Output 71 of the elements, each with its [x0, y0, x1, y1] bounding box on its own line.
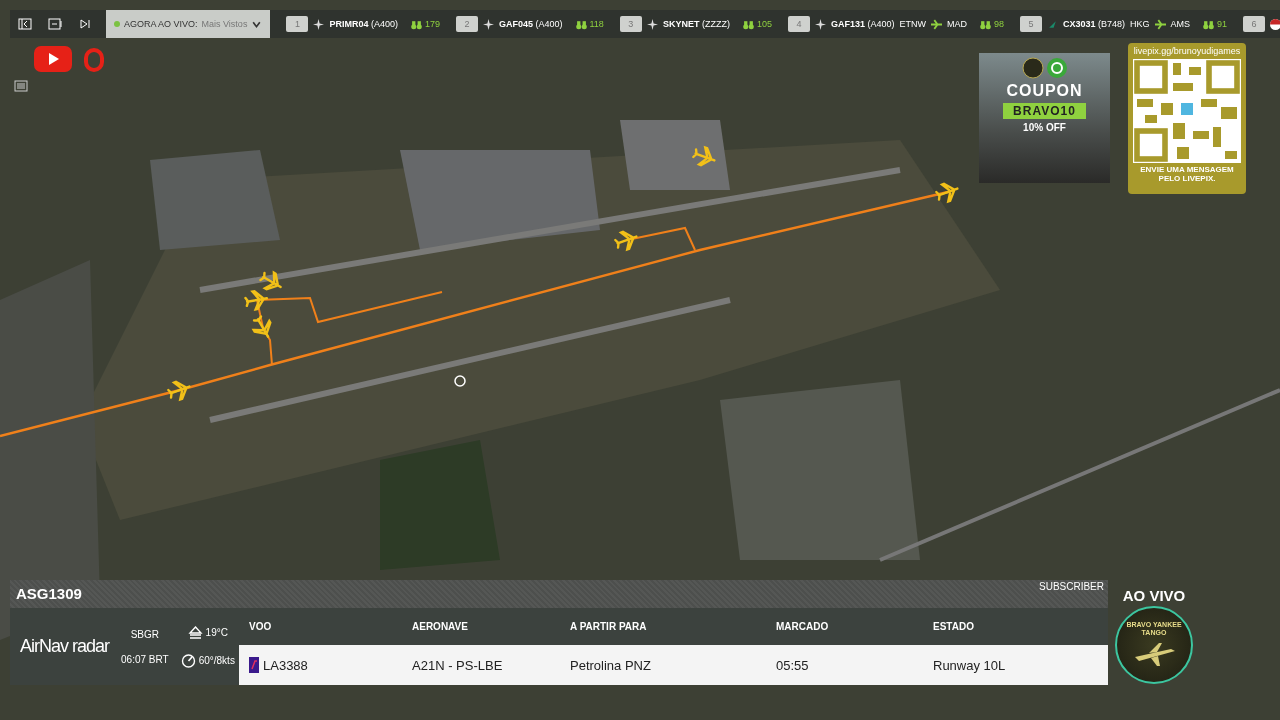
- flight-callsign[interactable]: CX3031 (B748): [1063, 19, 1126, 29]
- qr-code-icon: [1133, 59, 1241, 163]
- temperature: 19°C: [205, 627, 228, 638]
- column-header: ESTADO: [933, 621, 975, 632]
- origin-code: HKG: [1130, 19, 1150, 29]
- weather-icon: [187, 625, 203, 640]
- live-dropdown[interactable]: AGORA AO VIVO: Mais Vistos: [106, 10, 271, 38]
- flight-callsign[interactable]: GAF131 (A400): [830, 19, 895, 29]
- airplane-icon[interactable]: [167, 380, 191, 402]
- viewer-count: 91: [1217, 19, 1228, 29]
- table-cell: LA3388: [263, 657, 308, 673]
- location-pin-icon: [454, 375, 466, 387]
- coupon-title: COUPON: [1006, 82, 1083, 100]
- viewer-count: 105: [756, 19, 772, 29]
- wind-icon: [180, 653, 196, 668]
- flight-callsign[interactable]: PRIMR04 (A400): [329, 19, 398, 29]
- column-header: AERONAVE: [412, 621, 469, 632]
- destination-code: AMS: [1170, 19, 1191, 29]
- coupon-code: BRAVO10: [1003, 103, 1086, 119]
- airplane-icon: [930, 18, 942, 30]
- binoculars-icon: [979, 18, 991, 30]
- table-cell: A21N - PS-LBE: [412, 657, 503, 673]
- sidebar-toggle-icon[interactable]: [18, 17, 32, 31]
- flag-icon: [1270, 18, 1280, 30]
- flight-row[interactable]: LA3388 A21N - PS-LBE Petrolina PNZ 05:55 Runway 10L: [239, 645, 1108, 685]
- rank-label: 3: [619, 16, 642, 32]
- viewer-count: 118: [589, 19, 604, 29]
- table-cell: Petrolina PNZ: [570, 657, 651, 673]
- binoculars-icon: [1203, 18, 1215, 30]
- airplane-icon[interactable]: [259, 270, 282, 291]
- airplane-icon[interactable]: [244, 290, 269, 311]
- origin-code: ETNW: [899, 19, 926, 29]
- column-header: A PARTIR PARA: [570, 621, 648, 632]
- rank-label: 4: [787, 16, 810, 32]
- rank-label: 6: [1243, 16, 1266, 32]
- discount-text: 10% OFF: [1023, 122, 1066, 133]
- airplane-icon[interactable]: [251, 315, 272, 338]
- video-play-icon[interactable]: [34, 46, 72, 72]
- destination-code: MAD: [946, 19, 967, 29]
- airplane-icon: [1154, 18, 1166, 30]
- flight-callsign[interactable]: SKYNET (ZZZZ): [662, 19, 730, 29]
- column-header: VOO: [249, 621, 273, 632]
- binoculars-icon: [410, 18, 422, 30]
- viewer-count: 98: [993, 19, 1004, 29]
- local-time: 06:07 BRT: [121, 653, 169, 665]
- livepix-url: livepix.gg/brunoyudigames: [1133, 46, 1241, 56]
- skip-icon[interactable]: [78, 17, 92, 31]
- airport-code: SBGR: [130, 628, 159, 640]
- live-label: AO VIVO: [1122, 587, 1186, 604]
- airplane-icon[interactable]: [935, 182, 959, 204]
- column-header: MARCADO: [776, 621, 830, 632]
- rank-label: 5: [1020, 16, 1042, 32]
- table-cell: Runway 10L: [933, 657, 1006, 673]
- flight-title: ASG1309: [16, 585, 82, 602]
- wind-reading: 60°/8kts: [198, 655, 235, 666]
- list-icon[interactable]: [14, 80, 28, 92]
- rank-label: 2: [455, 16, 478, 32]
- airline-logo-icon: [249, 657, 259, 673]
- airplane-icon[interactable]: [692, 145, 716, 167]
- livepix-caption: ENVIE UMA MENSAGEM PELO LIVEPIX.: [1139, 166, 1235, 184]
- table-cell: 05:55: [776, 657, 809, 673]
- viewer-count: 179: [424, 19, 440, 29]
- airline-tail-icon: [1047, 18, 1058, 30]
- flight-callsign[interactable]: GAF045 (A400): [498, 19, 563, 29]
- brand-logo: AirNav radar: [20, 636, 110, 657]
- screen-icon[interactable]: [48, 17, 62, 31]
- rank-label: 1: [286, 16, 309, 32]
- binoculars-icon: [575, 18, 587, 30]
- subscriber-label: SUBSCRIBER: [1039, 581, 1104, 592]
- airplane-icon[interactable]: [614, 230, 638, 252]
- binoculars-icon: [742, 18, 754, 30]
